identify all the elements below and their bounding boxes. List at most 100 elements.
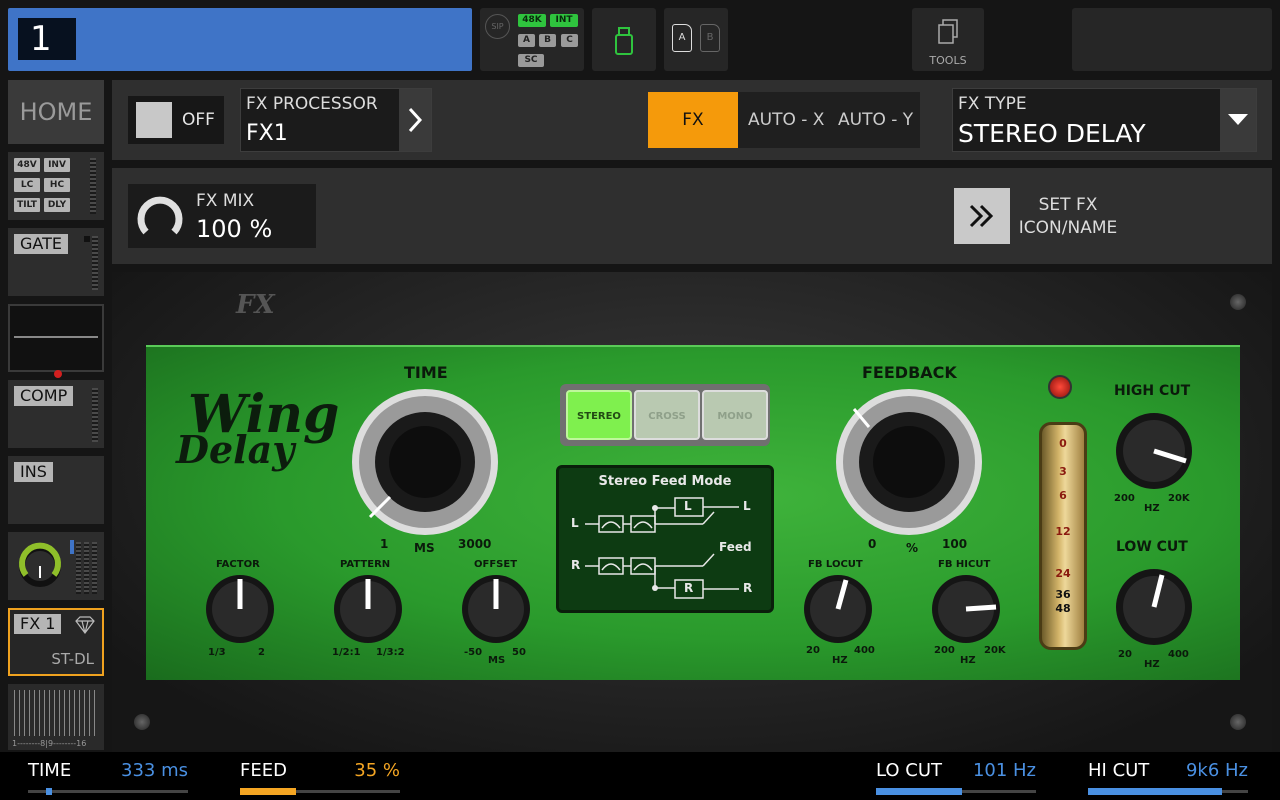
fx-type-selector[interactable]: FX TYPE STEREO DELAY	[952, 88, 1257, 152]
factor-label: FACTOR	[216, 559, 260, 570]
feed-param-value: 35 %	[354, 760, 400, 781]
locut-param-fill	[876, 788, 962, 795]
auto-x-button[interactable]: AUTO - X	[748, 92, 824, 148]
channel-header[interactable]: 1	[8, 8, 472, 71]
set-fx-icon-button[interactable]	[954, 188, 1010, 244]
rack-screw	[134, 714, 150, 730]
filter-meter	[90, 158, 96, 214]
high-cut-knob[interactable]	[1114, 411, 1194, 495]
comp-module[interactable]: COMP	[8, 380, 104, 448]
set-fx-label-line2: ICON/NAME	[1018, 218, 1118, 238]
filter-module[interactable]: 48V INV LC HC TILT DLY	[8, 152, 104, 220]
feedback-knob[interactable]	[834, 387, 984, 541]
mono-mode-button[interactable]: MONO	[702, 390, 768, 440]
insert-module[interactable]: INS	[8, 456, 104, 524]
delay-tag: DLY	[44, 198, 70, 212]
time-label: TIME	[404, 363, 448, 382]
time-param-label: TIME	[28, 760, 72, 781]
pattern-max: 1/3:2	[376, 647, 405, 658]
pattern-min: 1/2:1	[332, 647, 361, 658]
eq-point	[54, 370, 62, 378]
sd-card-panel[interactable]: A B	[664, 8, 728, 71]
processor-next-button[interactable]	[399, 89, 431, 151]
hicut-param-slider[interactable]	[1088, 788, 1248, 795]
fb-hicut-min: 200	[934, 645, 955, 656]
fx-on-toggle[interactable]: OFF	[128, 96, 224, 144]
clock-source-badge: INT	[550, 14, 578, 27]
feed-diagram	[585, 497, 739, 599]
time-max: 3000	[458, 537, 492, 551]
factor-knob[interactable]	[204, 573, 276, 649]
channel-meter[interactable]: 1--------8|9--------16	[8, 684, 104, 750]
scope-feed-label: Feed	[719, 540, 752, 554]
fx1-module[interactable]: FX 1 ST-DL	[8, 608, 104, 676]
feedback-max: 100	[942, 537, 968, 551]
fx-mode-group: FX AUTO - X AUTO - Y	[648, 92, 920, 148]
pattern-label: PATTERN	[340, 559, 391, 570]
eq-module[interactable]	[8, 304, 104, 378]
fx-logo: FX	[236, 290, 275, 320]
scope-r-in: R	[571, 558, 581, 572]
time-knob[interactable]	[350, 387, 500, 541]
gate-meter	[92, 236, 98, 290]
feed-param-slider[interactable]	[240, 788, 400, 795]
fb-hicut-max: 20K	[984, 645, 1006, 656]
parameter-bar: TIME 333 ms FEED 35 % LO CUT 101 Hz HI C…	[0, 752, 1280, 800]
top-right-panel[interactable]	[1072, 8, 1272, 71]
low-cut-label: LOW CUT	[1116, 539, 1188, 555]
meter-scale: 1--------8|9--------16	[12, 739, 87, 748]
pattern-knob[interactable]	[332, 573, 404, 649]
locut-param-slider[interactable]	[876, 788, 1036, 795]
fb-locut-knob[interactable]	[802, 573, 874, 649]
low-cut-knob[interactable]	[1114, 567, 1194, 651]
slot-a-badge: A	[518, 34, 535, 47]
offset-unit: MS	[488, 655, 506, 666]
offset-min: -50	[464, 647, 483, 658]
vu-tick: 12	[1055, 525, 1071, 538]
comp-meter	[92, 388, 98, 442]
fb-hicut-unit: HZ	[960, 655, 976, 666]
vu-tick: 48	[1055, 602, 1071, 615]
locut-param-value: 101 Hz	[972, 760, 1036, 781]
auto-y-button[interactable]: AUTO - Y	[838, 92, 913, 148]
fx-type-dropdown[interactable]	[1220, 89, 1256, 151]
set-fx-label-line1: SET FX	[1038, 195, 1098, 215]
processor-value: FX1	[246, 121, 288, 146]
stereo-mode-button[interactable]: STEREO	[566, 390, 632, 440]
low-cut-tag: LC	[14, 178, 40, 192]
dyn-meter-3	[92, 542, 97, 594]
insert-label: INS	[14, 462, 53, 482]
time-min: 1	[380, 537, 389, 551]
scope-l-box: L	[684, 499, 692, 513]
feed-param-fill	[240, 788, 296, 795]
card-a-icon[interactable]: A	[672, 24, 692, 52]
time-param-slider[interactable]	[28, 788, 188, 795]
rack-screw	[1230, 714, 1246, 730]
level-marker	[70, 540, 74, 554]
feed-param-label: FEED	[240, 760, 287, 781]
hicut-param-value: 9k6 Hz	[1185, 760, 1248, 781]
processor-label: FX PROCESSOR	[246, 94, 378, 114]
low-cut-min: 20	[1118, 649, 1132, 660]
usb-button[interactable]	[592, 8, 656, 71]
dynamics-module[interactable]	[8, 532, 104, 600]
fx-type-value: STEREO DELAY	[958, 119, 1146, 148]
sync-status-panel[interactable]: SIP 48K INT A B C SC	[480, 8, 584, 71]
fb-hicut-knob[interactable]	[930, 573, 1002, 649]
card-b-icon[interactable]: B	[700, 24, 720, 52]
fx-mode-button[interactable]: FX	[648, 92, 738, 148]
tools-button[interactable]: TOOLS	[912, 8, 984, 71]
tools-label: TOOLS	[929, 54, 967, 67]
offset-knob[interactable]	[460, 573, 532, 649]
gate-module[interactable]: GATE	[8, 228, 104, 296]
cross-mode-button[interactable]: CROSS	[634, 390, 700, 440]
offset-label: OFFSET	[474, 559, 518, 570]
fx-mix-control[interactable]: FX MIX 100 %	[128, 184, 316, 248]
vu-tick: 3	[1059, 465, 1067, 478]
high-cut-label: HIGH CUT	[1114, 383, 1191, 399]
high-cut-tag: HC	[44, 178, 70, 192]
fx-processor-selector[interactable]: FX PROCESSOR FX1	[240, 88, 432, 152]
gate-label: GATE	[14, 234, 68, 254]
home-button[interactable]: HOME	[8, 80, 104, 144]
feedback-label: FEEDBACK	[862, 363, 957, 382]
